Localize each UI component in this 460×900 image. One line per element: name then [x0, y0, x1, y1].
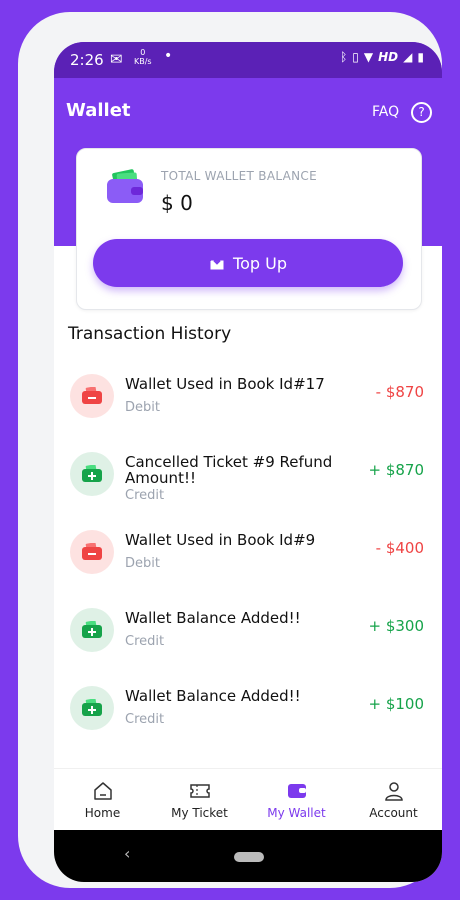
signal-icon: ◢ — [403, 50, 413, 64]
status-bar: 2:26 ✉ 0 KB/s • ᛒ ▯ ▼ HD ◢ ▮ — [54, 42, 442, 78]
data-rate: 0 KB/s — [134, 48, 152, 66]
phone-frame: 2:26 ✉ 0 KB/s • ᛒ ▯ ▼ HD ◢ ▮ Wallet FAQ … — [18, 12, 442, 888]
wallet-debit-icon — [70, 530, 114, 574]
nav-account[interactable]: Account — [345, 769, 442, 831]
bottom-navigation: Home My Ticket My Wallet Account — [54, 768, 442, 831]
nav-home[interactable]: Home — [54, 769, 151, 831]
bluetooth-icon: ᛒ — [340, 50, 348, 64]
balance-label: TOTAL WALLET BALANCE — [161, 169, 317, 183]
ticket-icon — [189, 784, 210, 798]
transaction-row[interactable]: Wallet Balance Added!! Credit + $100 — [54, 674, 442, 752]
home-icon — [93, 782, 112, 800]
wallet-debit-icon — [70, 374, 114, 418]
transaction-type: Credit — [125, 634, 165, 649]
top-up-button[interactable]: Top Up — [93, 239, 403, 287]
transaction-type: Debit — [125, 400, 160, 415]
page-title: Wallet — [66, 100, 131, 121]
battery-icon: ▮ — [417, 50, 424, 64]
top-up-label: Top Up — [233, 253, 287, 273]
transaction-history-title: Transaction History — [68, 324, 232, 344]
transaction-title: Wallet Used in Book Id#9 — [125, 531, 316, 549]
transaction-type: Credit — [125, 488, 165, 503]
nav-my-ticket[interactable]: My Ticket — [151, 769, 248, 831]
back-icon[interactable]: ‹ — [124, 844, 130, 863]
data-rate-value: 0 — [140, 48, 146, 57]
transaction-title: Cancelled Ticket #9 Refund Amount!! — [125, 453, 333, 487]
transaction-type: Debit — [125, 556, 160, 571]
transaction-amount: + $870 — [368, 461, 424, 479]
transaction-row[interactable]: Wallet Balance Added!! Credit + $300 — [54, 596, 442, 674]
transaction-title: Wallet Used in Book Id#17 — [125, 375, 325, 393]
gmail-icon: ✉ — [110, 50, 123, 68]
nav-my-wallet[interactable]: My Wallet — [248, 769, 345, 831]
wallet-icon — [287, 784, 306, 798]
transaction-amount: - $870 — [375, 383, 424, 401]
transaction-type: Credit — [125, 712, 165, 727]
transaction-title: Wallet Balance Added!! — [125, 609, 301, 627]
status-time: 2:26 — [70, 51, 104, 69]
network-type: HD — [378, 50, 399, 64]
transaction-list: Wallet Used in Book Id#17 Debit - $870 C… — [54, 362, 442, 752]
status-icons: ᛒ ▯ ▼ HD ◢ ▮ — [340, 50, 424, 64]
nav-my-wallet-label: My Wallet — [267, 806, 326, 820]
wallet-icon — [107, 169, 143, 203]
transaction-title: Wallet Balance Added!! — [125, 687, 301, 705]
wallet-credit-icon — [70, 452, 114, 496]
transaction-amount: + $100 — [368, 695, 424, 713]
app-screen: 2:26 ✉ 0 KB/s • ᛒ ▯ ▼ HD ◢ ▮ Wallet FAQ … — [54, 42, 442, 882]
balance-value: $ 0 — [161, 191, 193, 215]
download-icon — [210, 256, 224, 270]
transaction-row[interactable]: Cancelled Ticket #9 Refund Amount!! Cred… — [54, 440, 442, 518]
vibrate-icon: ▯ — [352, 50, 359, 64]
wifi-icon: ▼ — [363, 50, 374, 64]
app-header: Wallet FAQ ? — [54, 78, 442, 142]
wallet-balance-card: TOTAL WALLET BALANCE $ 0 Top Up — [76, 148, 422, 310]
help-icon[interactable]: ? — [411, 102, 432, 123]
data-rate-unit: KB/s — [134, 57, 152, 66]
transaction-row[interactable]: Wallet Used in Book Id#17 Debit - $870 — [54, 362, 442, 440]
nav-my-ticket-label: My Ticket — [171, 806, 228, 820]
home-pill[interactable] — [234, 852, 264, 862]
system-navigation-bar: ‹ — [54, 830, 442, 882]
transaction-amount: + $300 — [368, 617, 424, 635]
wallet-credit-icon — [70, 686, 114, 730]
notification-dot-icon: • — [164, 48, 173, 64]
nav-account-label: Account — [369, 806, 418, 820]
faq-link[interactable]: FAQ — [372, 104, 399, 120]
transaction-amount: - $400 — [375, 539, 424, 557]
nav-home-label: Home — [84, 806, 121, 820]
user-icon — [384, 782, 403, 801]
transaction-row[interactable]: Wallet Used in Book Id#9 Debit - $400 — [54, 518, 442, 596]
wallet-credit-icon — [70, 608, 114, 652]
